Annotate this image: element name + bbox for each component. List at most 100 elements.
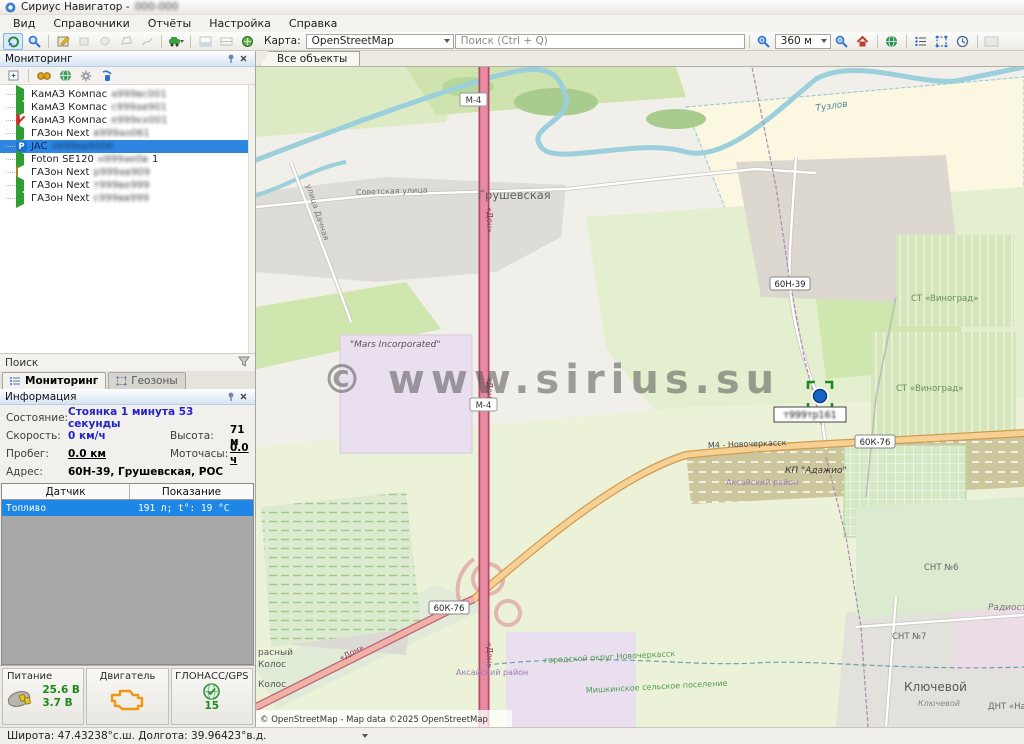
chevron-down-icon[interactable] [362,734,368,738]
title-bar: Сириус Навигатор - 000-000 [0,0,1024,15]
zoom-search-button[interactable] [24,33,44,50]
sensor-row-fuel[interactable]: Топливо 191 л; t°: 19 °C [2,500,253,516]
tree-row[interactable]: ГАЗон Next р999ав909 [0,166,255,179]
menu-bar: Вид Справочники Отчёты Настройка Справка [0,15,1024,32]
expand-all-icon[interactable] [4,68,22,83]
svg-text:Колос: Колос [258,680,286,690]
sensor-col-header[interactable]: Датчик [2,484,130,499]
engine-gauge-label: Двигатель [100,671,156,682]
tree-row[interactable]: КамАЗ Компас с999ав901 [0,101,255,114]
speed-label: Скорость: [6,430,68,442]
status-moving-icon [16,128,27,139]
tree-row-selected[interactable]: P JAC э999вв9006 [0,140,255,153]
geozone-group-button[interactable] [74,33,94,50]
map-area: Все объекты [256,51,1024,727]
power-voltage-backup: 3.7 В [42,697,80,710]
menu-help[interactable]: Справка [280,16,346,31]
traffic-button[interactable] [237,33,257,50]
chevron-down-icon [821,39,827,43]
info-panel: Состояние: Стоянка 1 минута 53 секунды С… [0,405,255,483]
geozone-circle-button[interactable] [95,33,115,50]
tree-row[interactable]: Foton SE120 н999ае0в 1 [0,153,255,166]
tree-row[interactable]: КамАЗ Компас е999кх001 [0,114,255,127]
window-title: Сириус Навигатор - [21,1,130,13]
vehicle-plate: э999вв9006 [51,141,113,152]
map-canvas[interactable]: «Дон» «Дон» «Дон» «Дон» М4 - Новочеркасс… [256,67,1024,727]
tree-toolbar [0,67,255,85]
svg-text:ДНТ «На: ДНТ «На [988,702,1024,712]
status-moving-icon [16,154,27,165]
status-moving-icon [16,193,27,204]
value-col-header[interactable]: Показание [130,484,253,499]
status-bar: Широта: 47.43238°с.ш. Долгота: 39.96423°… [0,727,1024,744]
vehicle-name: ГАЗон Next [31,167,89,178]
svg-text:СНТ №6: СНТ №6 [924,563,958,573]
power-voltage-main: 25.6 В [42,684,80,697]
zoom-in-button[interactable] [754,33,774,50]
toolbar-separator [190,35,191,48]
binoculars-icon[interactable] [35,68,53,83]
list-icon [10,376,21,386]
zoom-level-select[interactable]: 360 м [775,34,831,49]
tree-row[interactable]: ГАЗон Next в999ао061 [0,127,255,140]
coordinates-text: Широта: 47.43238°с.ш. Долгота: 39.96423°… [7,730,267,742]
show-on-map-icon[interactable] [56,68,74,83]
close-icon[interactable] [237,391,250,403]
filter-funnel-icon[interactable] [238,356,250,370]
panel-split-button[interactable] [216,33,236,50]
globe-button[interactable] [882,33,902,50]
menu-directories[interactable]: Справочники [44,16,138,31]
search-input[interactable] [455,34,745,49]
svg-text:«Дон»: «Дон» [485,207,494,233]
tab-monitoring[interactable]: Мониторинг [2,372,106,389]
app-icon [5,2,16,13]
gear-icon[interactable] [77,68,95,83]
map-select[interactable]: OpenStreetMap [306,34,454,49]
engine-icon [109,685,145,711]
tree-row[interactable]: ГАЗон Next с999вв999 [0,192,255,205]
app-window: Сириус Навигатор - 000-000 Вид Справочни… [0,0,1024,744]
menu-reports[interactable]: Отчёты [139,16,200,31]
tab-geozones[interactable]: Геозоны [108,372,185,389]
vehicle-name: ГАЗон Next [31,193,89,204]
geozone-polygon-button[interactable] [116,33,136,50]
vehicle-marker-plate: т999тр161 [783,410,836,421]
sms-phone-icon[interactable] [98,68,116,83]
tree-scrollbar[interactable] [248,85,255,353]
power-gauge-label: Питание [3,671,52,682]
svg-text:Радиостр: Радиостр [988,603,1024,613]
zoom-out-button[interactable] [832,33,852,50]
toolbar-separator [906,35,907,48]
tree-search-row[interactable]: Поиск [0,353,255,371]
home-button[interactable] [853,33,873,50]
sensors-table-empty [2,516,253,664]
menu-view[interactable]: Вид [4,16,44,31]
objects-list-button[interactable] [911,33,931,50]
tree-row[interactable]: КамАЗ Компас а999вс001 [0,88,255,101]
track-button[interactable] [3,33,23,50]
svg-text:М-4: М-4 [466,96,482,106]
mileage-value[interactable]: 0.0 км [68,448,170,460]
minimap-button[interactable] [982,33,1002,50]
monitoring-panel-header: Мониторинг [0,51,255,67]
svg-text:СТ «Виноград»: СТ «Виноград» [911,294,978,304]
history-clock-button[interactable] [953,33,973,50]
map-edit-button[interactable] [53,33,73,50]
geozones-button[interactable] [932,33,952,50]
close-icon[interactable] [237,53,250,65]
battery-icon [6,686,34,708]
svg-text:Аксайский район: Аксайский район [456,668,528,677]
vehicle-plate: с999вв999 [93,193,148,204]
vehicle-button[interactable] [166,33,186,50]
geozone-line-button[interactable] [137,33,157,50]
vehicle-plate: в999ао061 [93,128,149,139]
map-tab-all-objects[interactable]: Все объекты [260,51,360,66]
menu-settings[interactable]: Настройка [200,16,280,31]
pin-icon[interactable] [224,391,237,403]
toolbar-separator [28,69,29,82]
engine-hours-value[interactable]: 0.0 ч [230,442,249,466]
panel-bottom-button[interactable] [195,33,215,50]
svg-text:Грушевская: Грушевская [478,188,551,202]
tree-row[interactable]: ГАЗон Next т999ве999 [0,179,255,192]
pin-icon[interactable] [224,53,237,65]
